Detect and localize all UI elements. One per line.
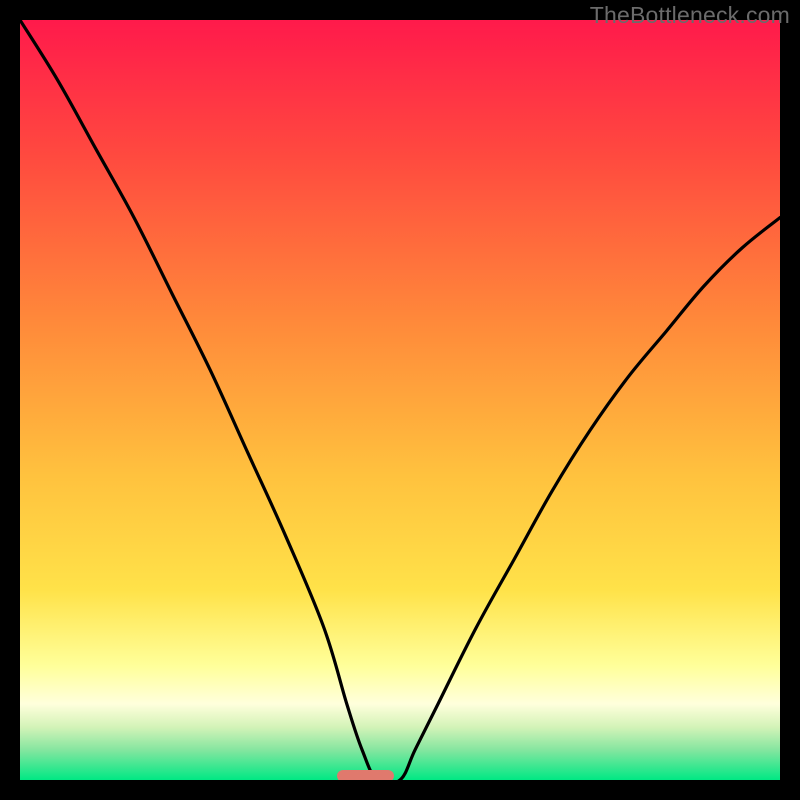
plot-area: [20, 20, 780, 780]
optimal-range-marker: [337, 770, 394, 780]
bottleneck-curve: [20, 20, 780, 780]
watermark-text: TheBottleneck.com: [590, 2, 790, 29]
chart-frame: TheBottleneck.com: [0, 0, 800, 800]
